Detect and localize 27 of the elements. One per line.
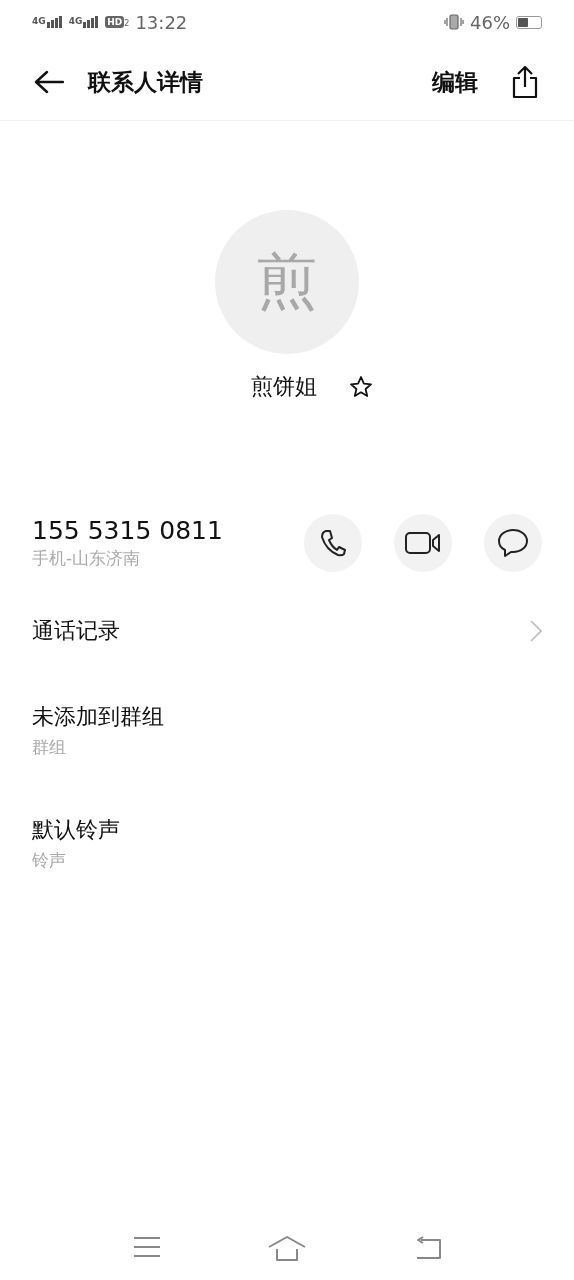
share-button[interactable]: [512, 65, 538, 99]
list-item[interactable]: 通话记录: [0, 616, 574, 646]
list-item[interactable]: 默认铃声 铃声: [0, 815, 574, 872]
star-icon[interactable]: [349, 375, 373, 399]
network-type: 4G: [32, 16, 46, 26]
back-button[interactable]: [34, 70, 64, 94]
battery-percentage: 46%: [470, 11, 510, 33]
sim-number: 2: [124, 19, 130, 28]
page-title: 联系人详情: [88, 67, 204, 97]
home-button[interactable]: [268, 1236, 306, 1262]
phone-number: 155 5315 0811: [32, 516, 224, 545]
signal-icon: [46, 16, 63, 28]
video-camera-icon: [405, 532, 441, 554]
chat-bubble-icon: [497, 528, 529, 558]
network-type: 4G: [68, 16, 83, 26]
clock: 13:22: [135, 11, 188, 33]
contact-name: 煎饼姐: [251, 373, 317, 401]
chevron-icon: [530, 620, 542, 642]
signal-icon: [83, 16, 100, 28]
phone-label: 手机-山东济南: [32, 547, 142, 570]
hd-badge: HD: [105, 16, 125, 28]
list-item[interactable]: 未添加到群组 群组: [0, 702, 574, 759]
phone-icon: [320, 529, 346, 557]
battery-icon: [516, 15, 542, 29]
edit-button[interactable]: 编辑: [432, 66, 478, 98]
vibrate-icon: [444, 14, 464, 30]
avatar: 煎: [215, 210, 359, 354]
